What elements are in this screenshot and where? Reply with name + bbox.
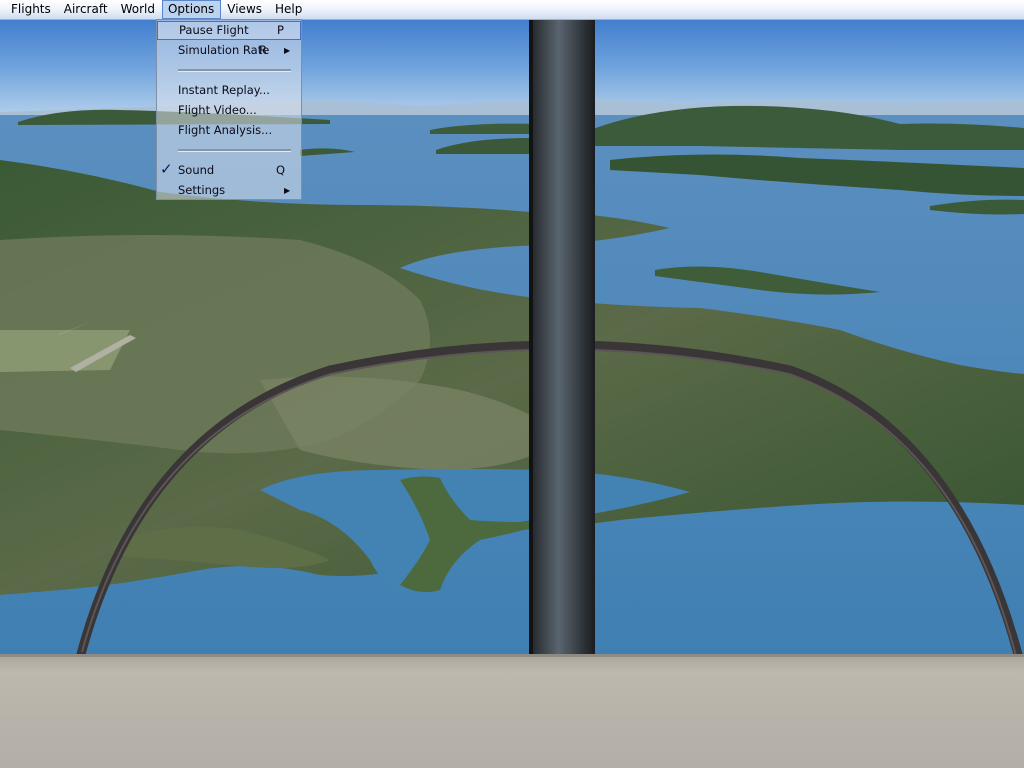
menu-options[interactable]: Options (161, 0, 222, 19)
menu-item-flight-analysis[interactable]: Flight Analysis... (157, 121, 301, 140)
sound-shortcut: Q (276, 163, 286, 177)
sound-label: Sound (178, 163, 215, 177)
simulation-rate-shortcut: R (259, 43, 267, 57)
menu-bar: Flights Aircraft World Options Views Hel… (0, 0, 1024, 20)
settings-label: Settings (178, 183, 226, 197)
windshield-strut-edge (529, 0, 533, 660)
options-dropdown: Pause Flight P Simulation Rate R ▶ Insta… (156, 19, 302, 200)
menu-flights[interactable]: Flights (0, 0, 58, 19)
menu-separator (178, 149, 291, 152)
pause-flight-shortcut: P (277, 23, 284, 37)
menu-item-settings[interactable]: Settings ▶ (157, 181, 301, 200)
cockpit-sill (0, 654, 1024, 768)
menu-item-simulation-rate[interactable]: Simulation Rate R ▶ (157, 41, 301, 60)
menu-help[interactable]: Help (269, 0, 309, 19)
check-icon: ✓ (160, 160, 173, 178)
menu-aircraft[interactable]: Aircraft (58, 0, 115, 19)
menu-item-flight-video[interactable]: Flight Video... (157, 101, 301, 120)
menu-views[interactable]: Views (221, 0, 269, 19)
windshield-strut (529, 0, 595, 660)
menu-item-pause-flight[interactable]: Pause Flight P (157, 21, 301, 40)
menu-world[interactable]: World (115, 0, 162, 19)
pause-flight-label: Pause Flight (179, 23, 249, 37)
submenu-arrow-icon: ▶ (284, 46, 291, 55)
cockpit-sill-edge (0, 654, 1024, 657)
simulation-rate-label: Simulation Rate (178, 43, 270, 57)
flight-analysis-label: Flight Analysis... (178, 123, 273, 137)
flight-video-label: Flight Video... (178, 103, 257, 117)
menu-item-instant-replay[interactable]: Instant Replay... (157, 81, 301, 100)
menu-item-sound[interactable]: ✓ Sound Q (157, 160, 301, 180)
submenu-arrow-icon: ▶ (284, 186, 291, 195)
cockpit-view (0, 0, 1024, 768)
menu-separator (178, 69, 291, 72)
instant-replay-label: Instant Replay... (178, 83, 270, 97)
